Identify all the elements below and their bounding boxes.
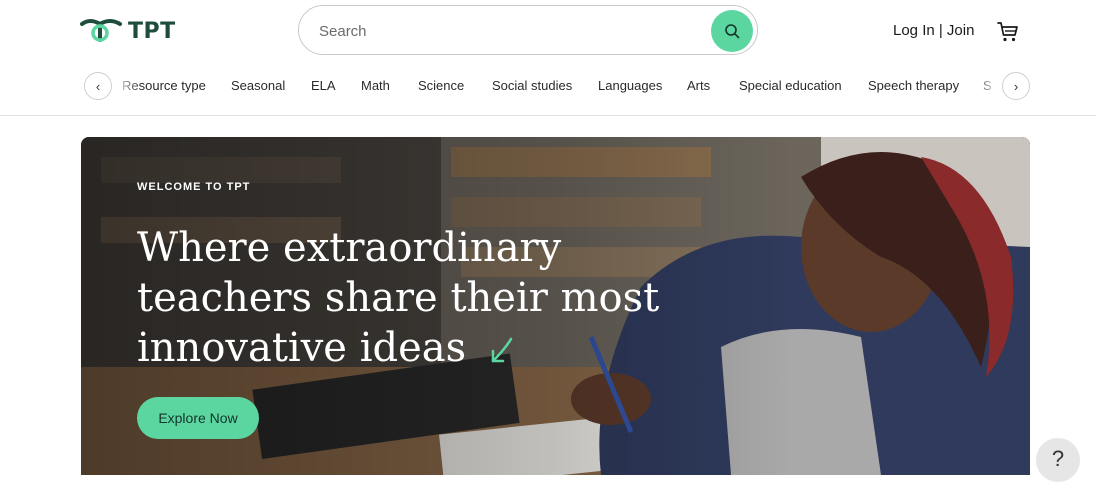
explore-now-button[interactable]: Explore Now bbox=[137, 397, 259, 439]
nav-item-science[interactable]: Science bbox=[418, 78, 464, 93]
category-nav: ‹ Resource type Seasonal ELA Math Scienc… bbox=[0, 62, 1096, 116]
nav-item-social-studies[interactable]: Social studies bbox=[492, 78, 572, 93]
cart-icon[interactable] bbox=[996, 20, 1020, 44]
search-input[interactable] bbox=[319, 18, 699, 44]
tpt-logo-icon bbox=[80, 19, 122, 42]
nav-item-special-education[interactable]: Special education bbox=[739, 78, 842, 93]
nav-item-math[interactable]: Math bbox=[361, 78, 390, 93]
nav-next-button[interactable]: › bbox=[1002, 72, 1030, 100]
login-join-link[interactable]: Log In | Join bbox=[893, 22, 974, 39]
nav-prev-button[interactable]: ‹ bbox=[84, 72, 112, 100]
logo-text: TPT bbox=[128, 18, 176, 44]
nav-fade-right bbox=[976, 72, 1000, 100]
hero-headline: Where extraordinary teachers share their… bbox=[137, 223, 677, 373]
nav-item-ela[interactable]: ELA bbox=[311, 78, 336, 93]
nav-item-languages[interactable]: Languages bbox=[598, 78, 662, 93]
headline-line-1: Where extraordinary bbox=[137, 225, 562, 271]
chevron-left-icon: ‹ bbox=[95, 78, 101, 94]
nav-item-seasonal[interactable]: Seasonal bbox=[231, 78, 285, 93]
nav-item-arts[interactable]: Arts bbox=[687, 78, 710, 93]
hero-banner: WELCOME TO TPT Where extraordinary teach… bbox=[81, 137, 1030, 475]
headline-line-2: teachers share their most bbox=[137, 275, 660, 321]
headline-line-3: innovative ideas bbox=[137, 325, 467, 371]
chevron-right-icon: › bbox=[1013, 78, 1019, 94]
arrow-squiggle-icon bbox=[491, 337, 513, 363]
search-icon bbox=[725, 24, 740, 39]
nav-item-speech-therapy[interactable]: Speech therapy bbox=[868, 78, 959, 93]
help-button[interactable]: ? bbox=[1036, 438, 1080, 482]
nav-fade-left bbox=[112, 72, 142, 100]
search-button[interactable] bbox=[711, 10, 753, 52]
tpt-logo[interactable]: TPT bbox=[78, 15, 176, 47]
site-header: TPT Log In | Join bbox=[0, 0, 1096, 62]
hero-eyebrow: WELCOME TO TPT bbox=[137, 181, 251, 193]
category-list: Resource type Seasonal ELA Math Science … bbox=[112, 72, 1000, 100]
search-bar bbox=[298, 5, 758, 55]
